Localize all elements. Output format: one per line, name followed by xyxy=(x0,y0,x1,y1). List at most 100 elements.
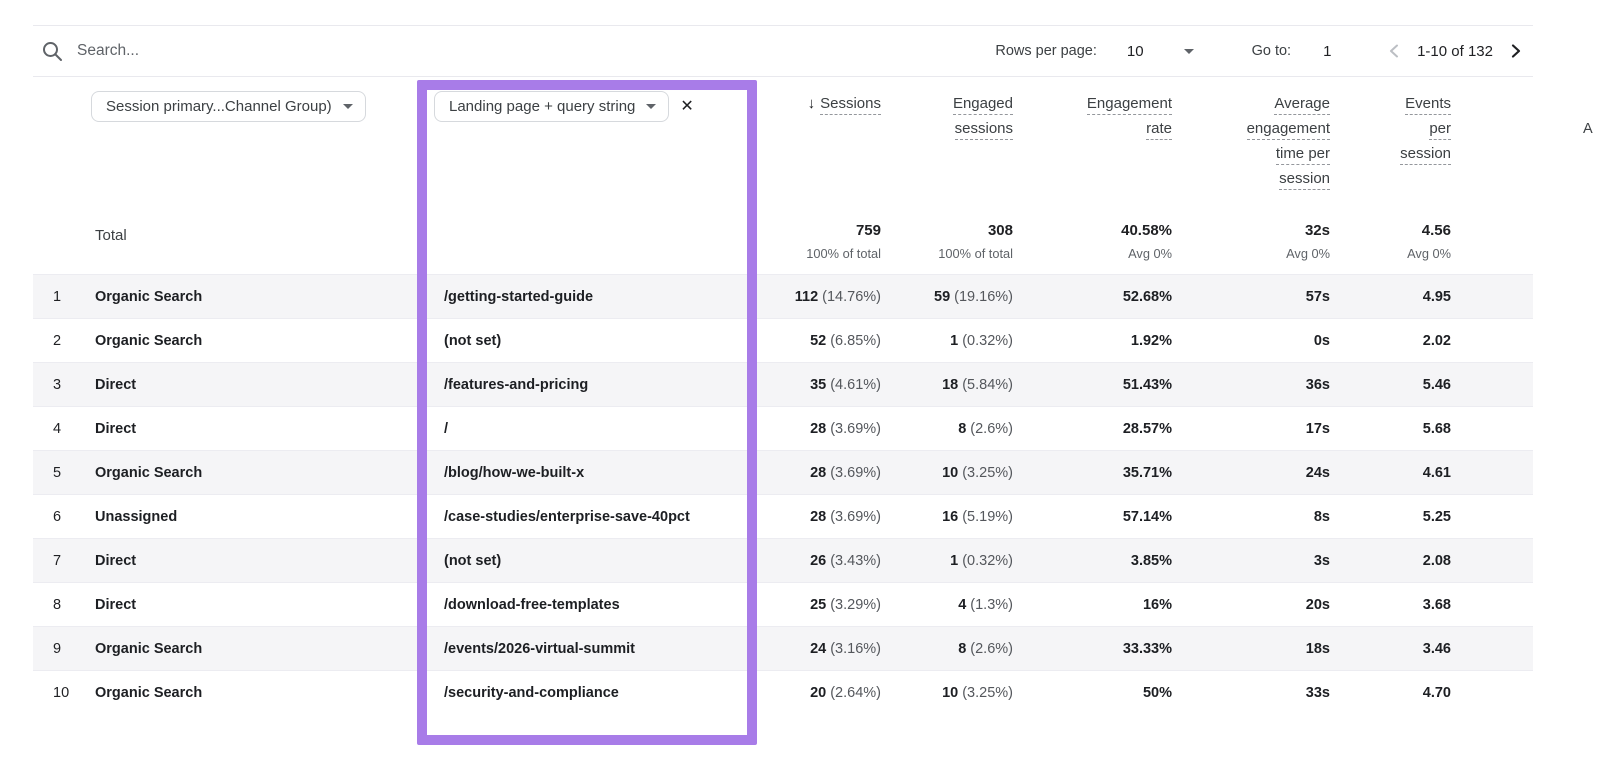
cell-engaged-sessions: 59 (19.16%) xyxy=(881,288,1013,305)
table-row: 2 Organic Search (not set) 52 (6.85%) 1 (0… xyxy=(33,318,1533,362)
cell-landing-page: /download-free-templates xyxy=(444,596,620,613)
goto-page-label: Go to: xyxy=(1251,43,1292,59)
cell-sessions: 28 (3.69%) xyxy=(762,464,881,481)
cell-engagement-rate: 50% xyxy=(1142,685,1172,701)
row-index: 9 xyxy=(53,640,62,657)
cell-avg-engagement-time: 18s xyxy=(1305,641,1330,657)
cell-channel-group: Direct xyxy=(95,552,137,569)
cell-avg-engagement-time: 24s xyxy=(1305,465,1330,481)
sessions-value: 112 xyxy=(794,289,819,305)
cell-engagement-rate: 35.71% xyxy=(1122,465,1172,481)
cell-engaged-sessions: 8 (2.6%) xyxy=(881,640,1013,657)
sessions-percent: (6.85%) xyxy=(830,333,881,349)
sessions-value: 20 xyxy=(810,685,827,701)
cell-channel-group: Direct xyxy=(95,376,137,393)
total-engagement-rate: 40.58% Avg 0% xyxy=(1121,222,1172,261)
cell-events-per-session: 5.46 xyxy=(1422,377,1451,393)
sort-descending-arrow-icon: ↓ xyxy=(807,95,816,112)
total-events-per-session: 4.56 Avg 0% xyxy=(1407,222,1451,261)
row-index: 3 xyxy=(53,376,62,393)
column-header-sessions[interactable]: ↓ Sessions xyxy=(762,78,881,197)
search-icon xyxy=(40,39,64,63)
cell-landing-page: /features-and-pricing xyxy=(444,376,589,393)
engaged-percent: (3.25%) xyxy=(962,685,1013,701)
cell-landing-page: /blog/how-we-built-x xyxy=(444,464,585,481)
table-row: 3 Direct /features-and-pricing 35 (4.61%)… xyxy=(33,362,1533,406)
cell-avg-engagement-time: 8s xyxy=(1313,509,1330,525)
table-toolbar: Rows per page: 10 Go to: 1-10 of 132 xyxy=(33,25,1533,77)
cell-engagement-rate: 52.68% xyxy=(1122,289,1172,305)
primary-dimension-dropdown[interactable]: Session primary...Channel Group) xyxy=(91,91,366,122)
cell-engaged-sessions: 8 (2.6%) xyxy=(881,420,1013,437)
row-index: 1 xyxy=(53,288,62,305)
cell-sessions: 26 (3.43%) xyxy=(762,552,881,569)
sessions-value: 26 xyxy=(810,553,827,569)
cell-landing-page: /getting-started-guide xyxy=(444,288,594,305)
secondary-dimension-dropdown[interactable]: Landing page + query string xyxy=(434,91,670,122)
chevron-down-icon xyxy=(646,104,657,109)
sessions-value: 24 xyxy=(810,641,827,657)
cell-channel-group: Organic Search xyxy=(95,464,203,481)
secondary-dimension-label: Landing page + query string xyxy=(449,98,636,115)
engaged-percent: (3.25%) xyxy=(962,465,1013,481)
sessions-percent: (4.61%) xyxy=(830,377,881,393)
cell-sessions: 52 (6.85%) xyxy=(762,332,881,349)
cell-engagement-rate: 28.57% xyxy=(1122,421,1172,437)
cell-landing-page: (not set) xyxy=(444,552,502,569)
cell-events-per-session: 4.95 xyxy=(1422,289,1451,305)
engaged-value: 59 xyxy=(934,289,951,305)
cell-sessions: 20 (2.64%) xyxy=(762,684,881,701)
cell-channel-group: Organic Search xyxy=(95,640,203,657)
header-label: Sessions xyxy=(820,94,881,115)
engaged-value: 16 xyxy=(942,509,959,525)
goto-page-input[interactable] xyxy=(1323,42,1352,60)
table-row: 8 Direct /download-free-templates 25 (3.2… xyxy=(33,582,1533,626)
search-field[interactable] xyxy=(33,39,417,63)
column-header-engaged-sessions[interactable]: Engaged sessions xyxy=(881,78,1013,197)
remove-secondary-dimension-close-icon[interactable]: ✕ xyxy=(680,91,693,122)
cell-engaged-sessions: 1 (0.32%) xyxy=(881,332,1013,349)
sessions-percent: (3.29%) xyxy=(830,597,881,613)
row-index: 10 xyxy=(53,684,70,701)
cell-avg-engagement-time: 57s xyxy=(1305,289,1330,305)
totals-row: Total 759 100% of total 308 100% of tota… xyxy=(33,197,1533,274)
cell-events-per-session: 2.02 xyxy=(1422,333,1451,349)
cell-events-per-session: 2.08 xyxy=(1422,553,1451,569)
cell-engaged-sessions: 10 (3.25%) xyxy=(881,684,1013,701)
cell-landing-page: (not set) xyxy=(444,332,502,349)
table-row: 9 Organic Search /events/2026-virtual-su… xyxy=(33,626,1533,670)
cell-events-per-session: 4.70 xyxy=(1422,685,1451,701)
column-header-events-per-session[interactable]: Events per session xyxy=(1330,78,1451,197)
sessions-value: 28 xyxy=(810,421,827,437)
cell-landing-page: /security-and-compliance xyxy=(444,684,619,701)
cell-channel-group: Organic Search xyxy=(95,332,203,349)
engaged-value: 18 xyxy=(942,377,959,393)
cell-engaged-sessions: 16 (5.19%) xyxy=(881,508,1013,525)
previous-page-button[interactable] xyxy=(1385,41,1405,61)
table-row: 1 Organic Search /getting-started-guide … xyxy=(33,274,1533,318)
sessions-percent: (3.43%) xyxy=(830,553,881,569)
cell-engagement-rate: 57.14% xyxy=(1122,509,1172,525)
rows-per-page-value[interactable]: 10 xyxy=(1127,43,1144,60)
cell-channel-group: Organic Search xyxy=(95,684,203,701)
search-input[interactable] xyxy=(77,42,417,60)
cell-avg-engagement-time: 33s xyxy=(1305,685,1330,701)
cell-landing-page: / xyxy=(444,420,449,437)
cell-landing-page: /events/2026-virtual-summit xyxy=(444,640,635,657)
rows-per-page-chevron-down-icon[interactable] xyxy=(1183,48,1194,54)
column-header-engagement-rate[interactable]: Engagement rate xyxy=(1013,78,1172,197)
cell-events-per-session: 3.46 xyxy=(1422,641,1451,657)
cell-engaged-sessions: 1 (0.32%) xyxy=(881,552,1013,569)
sessions-value: 52 xyxy=(810,333,827,349)
cell-channel-group: Unassigned xyxy=(95,508,178,525)
cell-channel-group: Organic Search xyxy=(95,288,203,305)
cell-events-per-session: 3.68 xyxy=(1422,597,1451,613)
cell-engagement-rate: 33.33% xyxy=(1122,641,1172,657)
column-header-average-engagement-time[interactable]: Average engagement time per session xyxy=(1172,78,1330,197)
cell-channel-group: Direct xyxy=(95,596,137,613)
cell-events-per-session: 4.61 xyxy=(1422,465,1451,481)
engaged-percent: (0.32%) xyxy=(962,333,1013,349)
next-page-button[interactable] xyxy=(1505,41,1525,61)
cell-engagement-rate: 3.85% xyxy=(1130,553,1172,569)
sessions-percent: (3.69%) xyxy=(830,421,881,437)
